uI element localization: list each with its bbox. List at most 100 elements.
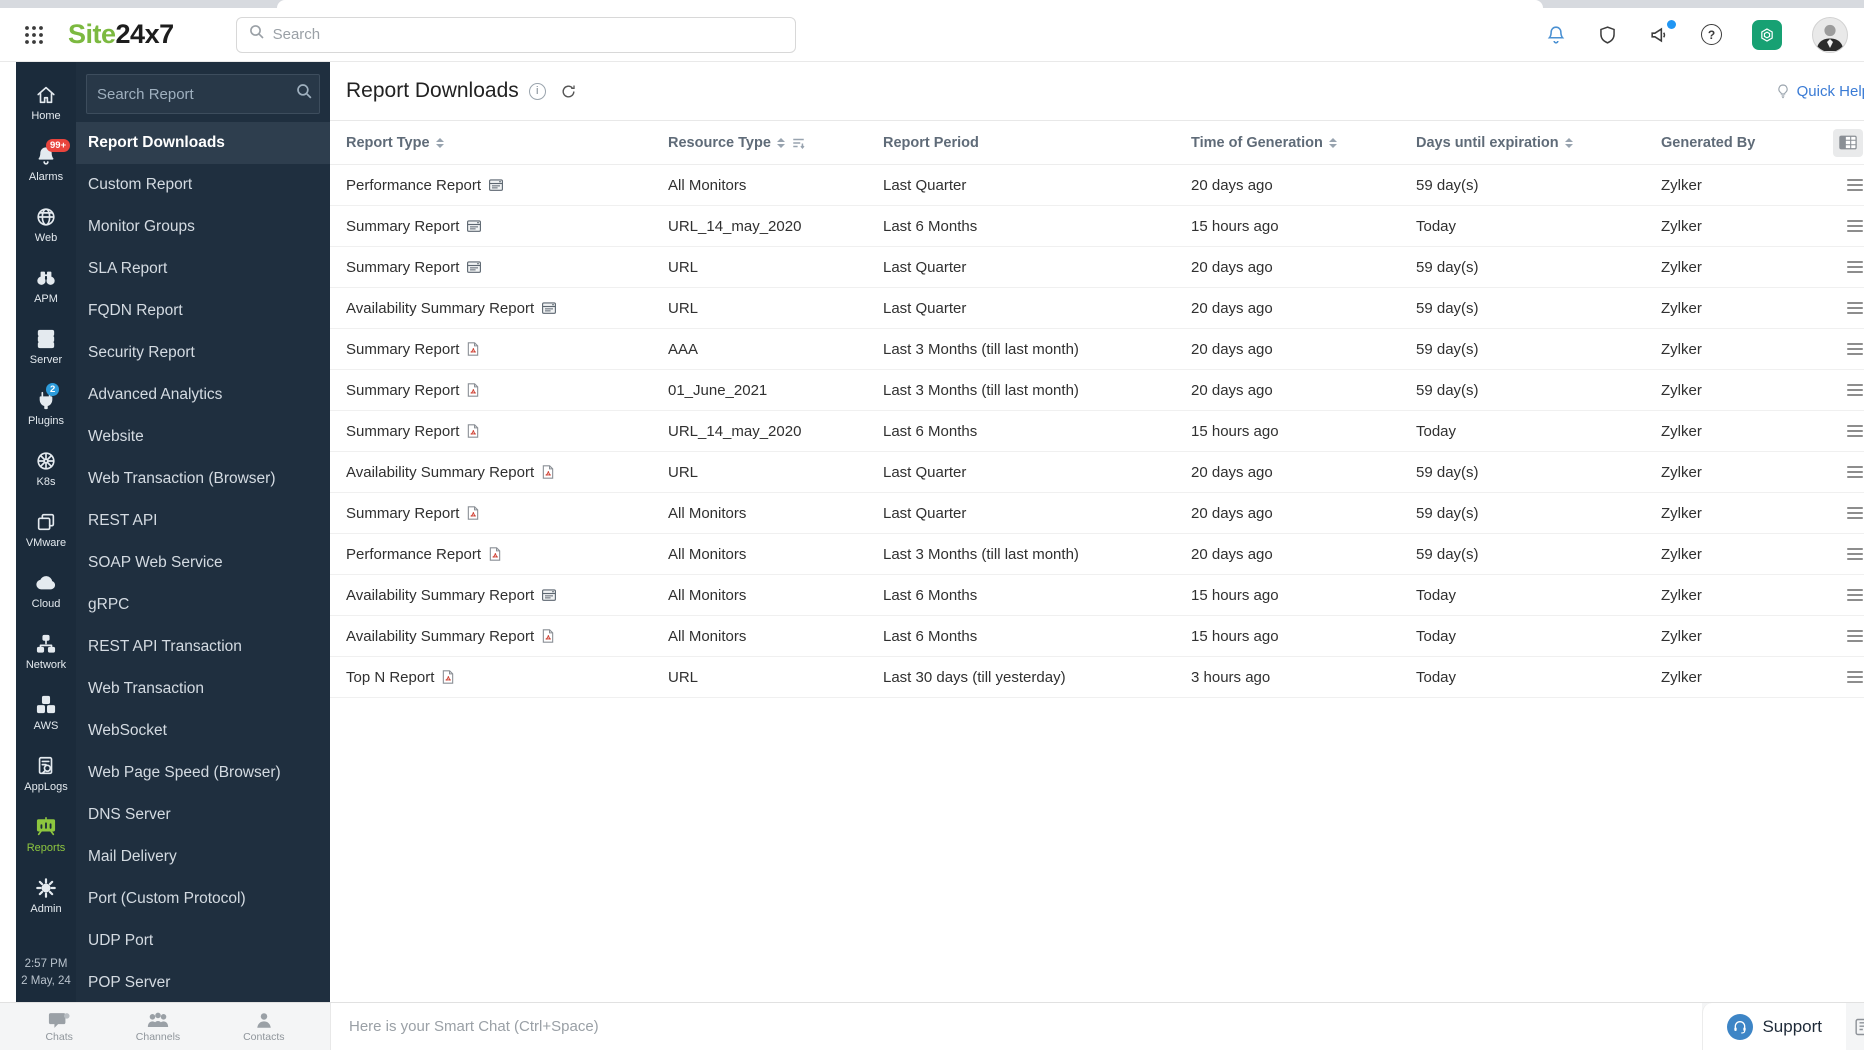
days-until-expiration-value: 59 day(s) — [1416, 176, 1479, 194]
row-actions-menu-icon[interactable] — [1847, 671, 1863, 683]
support-button[interactable]: Support — [1702, 1003, 1846, 1050]
contacts-button[interactable]: Contacts — [243, 1011, 285, 1043]
pdf-file-icon — [466, 382, 480, 398]
row-actions-menu-icon[interactable] — [1847, 343, 1863, 355]
row-actions-menu-icon[interactable] — [1847, 548, 1863, 560]
sidebar-item-rest-api-transaction[interactable]: REST API Transaction — [76, 626, 330, 668]
column-header-days-until-expiration[interactable]: Days until expiration — [1416, 135, 1661, 151]
user-avatar[interactable] — [1812, 16, 1848, 53]
time-of-generation-value: 20 days ago — [1191, 504, 1273, 522]
csv-file-icon — [466, 260, 482, 275]
sidebar-item-rest-api[interactable]: REST API — [76, 500, 330, 542]
sidebar-item-sla-report[interactable]: SLA Report — [76, 248, 330, 290]
rail-item-aws[interactable]: AWS — [24, 682, 67, 743]
sort-icon[interactable] — [1328, 137, 1337, 148]
sidebar-item-monitor-groups[interactable]: Monitor Groups — [76, 206, 330, 248]
row-actions-menu-icon[interactable] — [1847, 220, 1863, 232]
report-search-input[interactable] — [97, 85, 296, 103]
time-of-generation-value: 20 days ago — [1191, 258, 1273, 276]
info-icon[interactable]: i — [528, 82, 546, 100]
smart-chat-bar[interactable] — [330, 1003, 1703, 1050]
rail-badge: 2 — [46, 382, 60, 396]
smart-chat-input[interactable] — [349, 1018, 1703, 1035]
notifications-bell-icon[interactable] — [1545, 24, 1567, 46]
report-search-box[interactable] — [86, 74, 320, 114]
row-actions-menu-icon[interactable] — [1847, 384, 1863, 396]
sidebar-item-security-report[interactable]: Security Report — [76, 332, 330, 374]
quick-help-link[interactable]: Quick Help — [1775, 81, 1864, 101]
column-label: Time of Generation — [1191, 134, 1323, 151]
row-actions-menu-icon[interactable] — [1847, 261, 1863, 273]
sort-icon[interactable] — [435, 137, 444, 148]
rail-item-network[interactable]: Network — [24, 621, 67, 682]
ai-assistant-icon[interactable] — [1752, 19, 1782, 50]
csv-file-icon — [466, 219, 482, 234]
sidebar-item-web-transaction-browser-[interactable]: Web Transaction (Browser) — [76, 458, 330, 500]
rail-item-k8s[interactable]: K8s — [24, 438, 67, 499]
rail-item-alarms[interactable]: 99+ Alarms — [24, 133, 71, 194]
sidebar-item-web-page-speed-browser-[interactable]: Web Page Speed (Browser) — [76, 752, 330, 794]
sidebar-item-port-custom-protocol-[interactable]: Port (Custom Protocol) — [76, 878, 330, 920]
sidebar-item-mail-delivery[interactable]: Mail Delivery — [76, 836, 330, 878]
sidebar-item-website[interactable]: Website — [76, 416, 330, 458]
rail-item-apm[interactable]: APM — [24, 255, 67, 316]
rail-item-vmware[interactable]: VMware — [24, 499, 67, 560]
channels-button[interactable]: Channels — [136, 1011, 180, 1043]
column-chooser-button[interactable] — [1833, 128, 1863, 157]
rail-item-reports[interactable]: Reports — [24, 804, 67, 865]
sidebar-item-web-transaction[interactable]: Web Transaction — [76, 668, 330, 710]
sidebar-item-fqdn-report[interactable]: FQDN Report — [76, 290, 330, 332]
rail-item-home[interactable]: Home — [24, 72, 67, 133]
pdf-file-icon — [466, 505, 480, 521]
rail-item-admin[interactable]: Admin — [24, 865, 67, 926]
announcements-megaphone-icon[interactable] — [1648, 19, 1676, 46]
report-type-value: Summary Report — [346, 504, 460, 522]
site24x7-logo[interactable]: Site24x7 — [68, 19, 174, 50]
resource-type-value: All Monitors — [668, 545, 747, 563]
chats-button[interactable]: Chats — [45, 1011, 73, 1043]
sidebar-item-advanced-analytics[interactable]: Advanced Analytics — [76, 374, 330, 416]
row-actions-menu-icon[interactable] — [1847, 589, 1863, 601]
rail-item-server[interactable]: Server — [24, 316, 67, 377]
rail-item-plugins[interactable]: 2 Plugins — [24, 377, 67, 438]
row-actions-menu-icon[interactable] — [1847, 179, 1863, 191]
row-actions-menu-icon[interactable] — [1847, 425, 1863, 437]
sidebar-item-websocket[interactable]: WebSocket — [76, 710, 330, 752]
table-body: Performance Report All Monitors Last Qua… — [330, 165, 1864, 698]
column-header-time-of-generation[interactable]: Time of Generation — [1191, 135, 1416, 151]
row-actions-menu-icon[interactable] — [1847, 630, 1863, 642]
rail-item-cloud[interactable]: Cloud — [24, 560, 67, 621]
time-of-generation-value: 15 hours ago — [1191, 586, 1279, 604]
sidebar-item-report-downloads[interactable]: Report Downloads — [76, 122, 330, 164]
column-header-resource-type[interactable]: Resource Type — [668, 135, 883, 151]
sidebar-item-soap-web-service[interactable]: SOAP Web Service — [76, 542, 330, 584]
row-actions-menu-icon[interactable] — [1847, 466, 1863, 478]
help-icon[interactable]: ? — [1701, 24, 1722, 45]
topbar-right-icons: ? — [1545, 16, 1848, 53]
sidebar-item-dns-server[interactable]: DNS Server — [76, 794, 330, 836]
security-shield-icon[interactable] — [1597, 24, 1618, 46]
search-input[interactable] — [272, 26, 783, 43]
sort-icon[interactable] — [776, 137, 785, 148]
rail-item-label: APM — [34, 292, 58, 305]
row-actions-menu-icon[interactable] — [1847, 302, 1863, 314]
apps-grid-icon[interactable] — [24, 25, 44, 45]
column-header-report-type[interactable]: Report Type — [346, 135, 668, 151]
sidebar-item-grpc[interactable]: gRPC — [76, 584, 330, 626]
feedback-edge-icon[interactable] — [1846, 1003, 1864, 1050]
refresh-icon[interactable] — [560, 83, 577, 100]
sidebar-item-pop-server[interactable]: POP Server — [76, 962, 330, 1002]
rail-item-applogs[interactable]: AppLogs — [24, 743, 68, 804]
chat-bubble-icon — [49, 1012, 70, 1028]
row-actions-menu-icon[interactable] — [1847, 507, 1863, 519]
rail-item-web[interactable]: Web — [24, 194, 67, 255]
column-label: Report Period — [883, 134, 979, 151]
sort-icon[interactable] — [1564, 137, 1573, 148]
sidebar-item-custom-report[interactable]: Custom Report — [76, 164, 330, 206]
top-bar: Site24x7 ? — [0, 8, 1864, 62]
sidebar-item-udp-port[interactable]: UDP Port — [76, 920, 330, 962]
quick-help-label: Quick Help — [1796, 82, 1864, 100]
report-period-value: Last 3 Months (till last month) — [883, 340, 1079, 358]
global-search[interactable] — [235, 16, 796, 53]
generated-by-value: Zylker — [1661, 463, 1702, 481]
